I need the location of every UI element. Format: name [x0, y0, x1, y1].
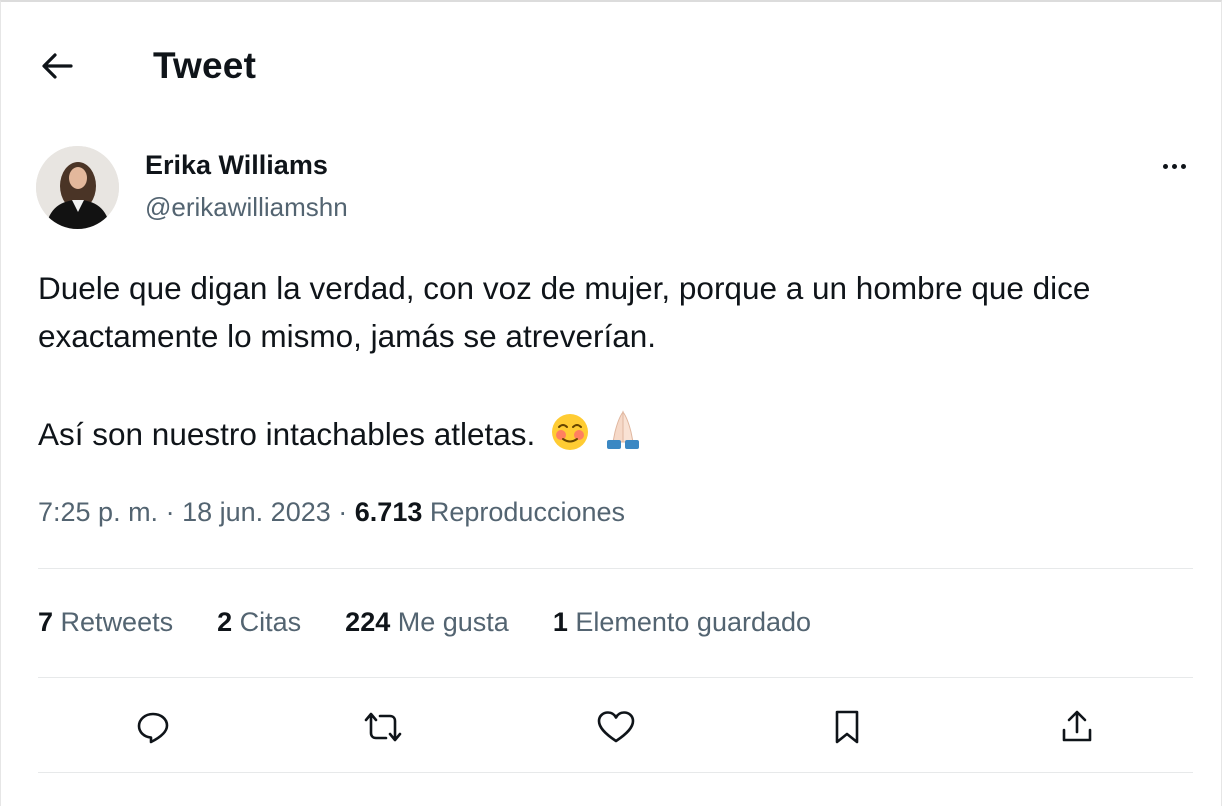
arrow-left-icon — [42, 53, 73, 79]
divider — [38, 568, 1193, 569]
folded-hands-emoji — [606, 410, 639, 449]
stat-label: Elemento guardado — [575, 606, 812, 637]
reply-button[interactable] — [128, 702, 178, 752]
tweet-paragraph: Así son nuestro intachables atletas. — [38, 408, 1188, 458]
tweet-time[interactable]: 7:25 p. m. — [38, 497, 158, 527]
stat-label: Me gusta — [397, 606, 509, 637]
stat-likes[interactable]: 224 Me gusta — [345, 607, 509, 638]
views-count: 6.713 — [354, 497, 423, 527]
more-dot — [1180, 163, 1186, 169]
divider — [38, 772, 1193, 773]
avatar-image — [36, 146, 119, 229]
meta-separator: · — [338, 497, 348, 527]
stat-count: 224 — [345, 606, 391, 637]
stat-count: 7 — [38, 606, 54, 637]
tweet-text: Duele que digan la verdad, con voz de mu… — [38, 264, 1188, 458]
stat-bookmarks[interactable]: 1 Elemento guardado — [553, 607, 811, 638]
bookmark-icon — [835, 710, 859, 744]
divider — [38, 677, 1193, 678]
tweet-paragraph-text: Así son nuestro intachables atletas. — [38, 416, 536, 452]
tweet-paragraph: Duele que digan la verdad, con voz de mu… — [38, 270, 1091, 354]
meta-separator: · — [165, 497, 175, 527]
back-button[interactable] — [31, 42, 83, 90]
author-handle[interactable]: @erikawilliamshn — [145, 190, 348, 224]
retweet-icon — [364, 712, 402, 742]
stat-count: 2 — [217, 606, 233, 637]
tweet-date[interactable]: 18 jun. 2023 — [182, 497, 331, 527]
stat-label: Citas — [239, 606, 302, 637]
avatar[interactable] — [36, 146, 119, 229]
share-button[interactable] — [1052, 702, 1102, 752]
stat-count: 1 — [552, 606, 568, 637]
share-icon — [1062, 710, 1092, 742]
retweet-button[interactable] — [358, 702, 408, 752]
reply-icon — [137, 712, 169, 744]
stat-quotes[interactable]: 2 Citas — [217, 607, 301, 638]
stat-label: Retweets — [60, 606, 174, 637]
engagement-stats: 7 Retweets 2 Citas 224 Me gusta 1 Elemen… — [38, 602, 855, 642]
tweet-meta: 7:25 p. m. · 18 jun. 2023 · 6.713 Reprod… — [38, 492, 625, 532]
more-options-button[interactable] — [1151, 152, 1197, 180]
smiling-blushing-face-emoji — [552, 414, 589, 450]
bookmark-button[interactable] — [822, 702, 872, 752]
like-icon — [597, 711, 635, 743]
author-display-name[interactable]: Erika Williams — [145, 147, 328, 183]
more-dot — [1162, 163, 1168, 169]
page-title: Tweet — [153, 45, 257, 86]
views-label: Reproducciones — [429, 497, 625, 527]
like-button[interactable] — [591, 702, 641, 752]
stat-retweets[interactable]: 7 Retweets — [38, 607, 173, 638]
tweet-page: Tweet Erika Williams @erikawilliamshn Du… — [0, 0, 1222, 806]
more-dot — [1171, 163, 1177, 169]
